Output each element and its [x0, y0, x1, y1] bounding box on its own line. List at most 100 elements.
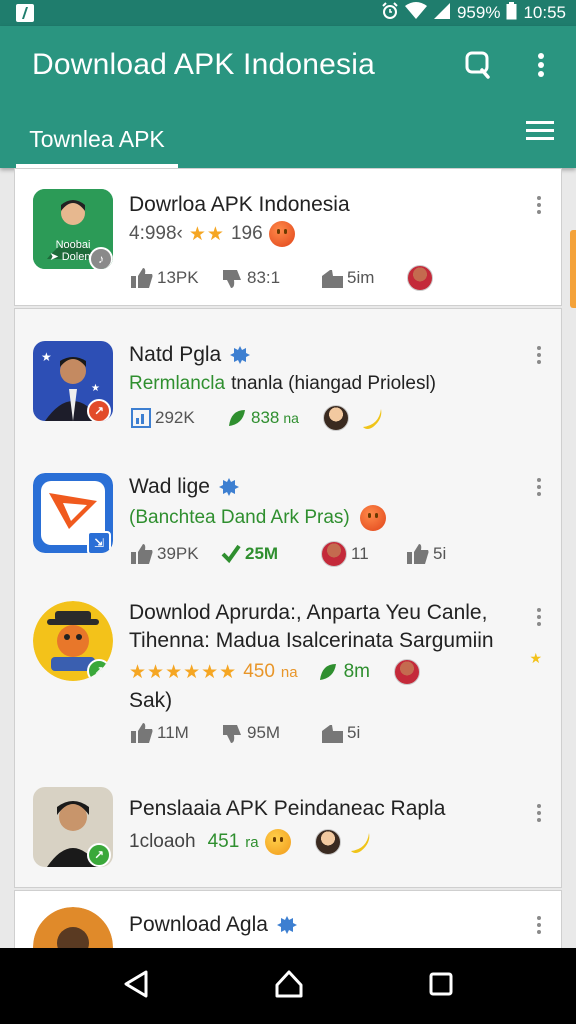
like-stat[interactable]: 13PK — [131, 268, 221, 288]
user-avatar[interactable] — [321, 541, 347, 567]
tab-label: Townlea APK — [29, 125, 165, 152]
downloads-unit: na — [283, 410, 299, 426]
star-rating-icon: ★★★★★★ — [129, 661, 238, 683]
views-count: 292K — [155, 408, 195, 427]
recents-button[interactable] — [428, 971, 454, 1002]
back-button[interactable] — [122, 969, 150, 1004]
item-count: 451 — [207, 831, 240, 852]
signal-icon — [433, 2, 451, 25]
item-more-button[interactable] — [529, 605, 549, 629]
app-icon[interactable]: ⇲ — [33, 473, 113, 553]
list-card: ★ ★ ↗ Natd Pgla Rermlancla tnanla (hiang… — [14, 308, 562, 888]
item-title: Wad lige — [129, 475, 210, 498]
tab-townlea-apk[interactable]: Townlea APK — [16, 110, 178, 168]
rating-unit: na — [280, 663, 298, 681]
like-stat[interactable]: 39PK — [131, 544, 221, 564]
tag-icon — [322, 270, 343, 288]
item-more-button[interactable] — [529, 193, 549, 217]
app-icon[interactable]: ★ ★ ↗ — [33, 341, 113, 421]
like-count: 13PK — [157, 268, 199, 287]
share-stat[interactable]: 83:1 — [221, 268, 321, 288]
share-count: 83:1 — [247, 268, 281, 287]
item-title: Pownload Agla — [129, 913, 268, 936]
app-list: Noobai ➤ Doleni- ♪ Dowrloa APK Indonesia… — [12, 168, 564, 948]
search-icon — [465, 51, 490, 79]
like-stat[interactable]: 11M — [131, 723, 221, 743]
list-item[interactable]: ↗ Penslaaia APK Peindaneac Rapla 1cloaoh… — [15, 787, 561, 877]
item-more-button[interactable] — [529, 801, 549, 825]
app-bar: Download APK Indonesia Townlea APK — [0, 26, 576, 168]
views-stat: 292K — [131, 408, 227, 428]
side-tab[interactable] — [570, 230, 576, 308]
item-subtitle: 1cloaoh — [129, 831, 196, 852]
item-title: Dowrloa APK Indonesia — [129, 193, 350, 216]
battery-text: 959% — [456, 3, 501, 22]
list-card: Pownload Agla — [14, 890, 562, 948]
user-avatar[interactable] — [407, 265, 433, 291]
banana-icon — [363, 409, 382, 429]
wifi-icon — [404, 1, 427, 25]
list-item[interactable]: Pownload Agla — [15, 905, 561, 948]
leaf-icon — [319, 664, 336, 680]
user-avatar[interactable] — [394, 659, 420, 685]
app-icon[interactable]: Noobai ➤ Doleni- ♪ — [33, 189, 113, 269]
item-more-button[interactable] — [529, 913, 549, 937]
like-count: 39PK — [157, 544, 199, 563]
clock: 10:55 — [523, 3, 566, 22]
home-button[interactable] — [274, 969, 304, 1004]
time-text: 5im — [347, 268, 375, 287]
more-vert-icon — [538, 53, 544, 77]
tag-icon — [322, 725, 343, 743]
list-item[interactable]: Noobai ➤ Doleni- ♪ Dowrloa APK Indonesia… — [15, 169, 561, 307]
badge-icon: ⇲ — [87, 531, 111, 553]
user-avatar[interactable] — [323, 405, 349, 431]
share-stat[interactable]: 95M — [221, 723, 321, 743]
svg-text:★: ★ — [41, 350, 52, 364]
item-more-button[interactable] — [529, 343, 549, 367]
extra-stat: 5i — [407, 544, 446, 564]
downloads-count: 8m — [343, 661, 370, 682]
item-subtitle: tnanla (hiangad Priolesl) — [231, 373, 436, 394]
downloads-count: 25M — [245, 544, 279, 563]
search-button[interactable] — [462, 48, 496, 82]
item-subtitle: 4:998‹ — [129, 223, 183, 244]
badge-icon: ♪ — [89, 247, 113, 269]
verified-icon — [218, 478, 239, 496]
list-item[interactable]: ↗ Downlod Aprurda:, Anparta Yeu Canle, T… — [15, 601, 561, 751]
check-icon — [221, 544, 241, 564]
app-icon[interactable]: ↗ — [33, 787, 113, 867]
star-icon: ★ — [529, 650, 542, 666]
svg-text:★: ★ — [91, 383, 100, 394]
verified-icon — [276, 916, 297, 934]
leaf-icon — [229, 410, 245, 426]
list-item[interactable]: ⇲ Wad lige (Banchtea Dand Ark Pras) 39PK… — [15, 471, 561, 571]
item-title-line-3: Sak) — [129, 689, 173, 712]
app-icon[interactable]: ↗ — [33, 601, 113, 681]
thumb-up-icon — [407, 544, 429, 564]
app-icon[interactable] — [33, 907, 113, 948]
item-count-unit: ra — [245, 833, 259, 851]
thumb-up-icon — [131, 723, 153, 743]
notification-icon — [16, 4, 34, 22]
list-card: Noobai ➤ Doleni- ♪ Dowrloa APK Indonesia… — [14, 168, 562, 306]
app-title: Download APK Indonesia — [32, 48, 375, 81]
downloads-stat: 25M — [221, 544, 321, 564]
list-item[interactable]: ★ ★ ↗ Natd Pgla Rermlancla tnanla (hiang… — [15, 339, 561, 439]
thumb-up-icon — [131, 268, 153, 288]
item-more-button[interactable] — [529, 475, 549, 499]
emoji-icon — [264, 829, 291, 855]
overflow-menu-button[interactable] — [524, 48, 558, 82]
chart-icon — [131, 408, 151, 428]
users-stat: 11 — [321, 541, 407, 567]
emoji-icon — [268, 221, 295, 247]
alarm-icon — [381, 1, 399, 25]
rating-count: 196 — [230, 223, 263, 244]
item-title: Penslaaia APK Peindaneac Rapla — [129, 797, 446, 820]
thumb-down-icon — [223, 270, 241, 288]
banana-icon — [350, 833, 369, 853]
battery-icon — [506, 1, 517, 25]
hamburger-menu-button[interactable] — [526, 120, 554, 147]
rating-value: 450 — [243, 661, 275, 682]
status-bar: 959% 10:55 — [0, 0, 576, 26]
user-avatar[interactable] — [314, 829, 341, 855]
